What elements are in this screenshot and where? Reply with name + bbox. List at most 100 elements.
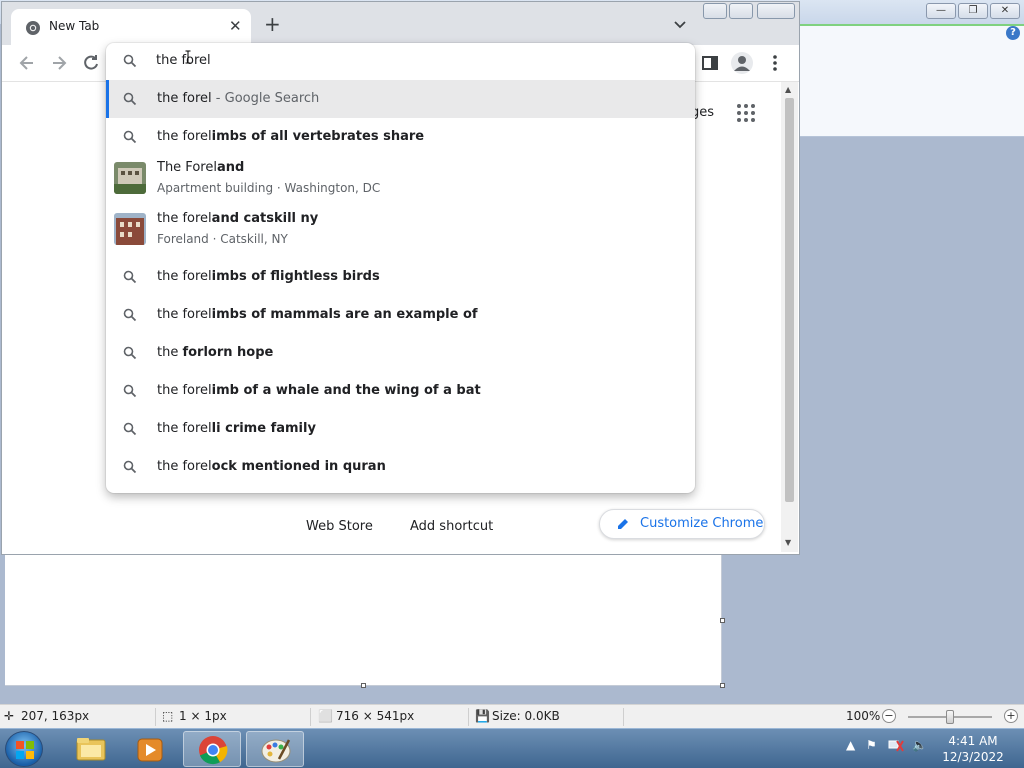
shortcut-web-store[interactable]: Web Store: [306, 519, 373, 534]
omnibox-input[interactable]: [156, 53, 576, 68]
side-panel-icon[interactable]: [700, 53, 720, 73]
chrome-maximize-button[interactable]: [729, 3, 753, 19]
paint-restore-button[interactable]: ❐: [958, 3, 988, 19]
google-apps-icon[interactable]: [737, 104, 755, 122]
suggestion-text: the forelli crime family: [157, 421, 316, 436]
customize-chrome-label: Customize Chrome: [640, 516, 764, 531]
volume-icon[interactable]: 🔈: [912, 738, 927, 752]
search-icon: [123, 54, 137, 68]
paint-minimize-button[interactable]: —: [926, 3, 956, 19]
tab-close-icon[interactable]: ✕: [229, 17, 242, 35]
omnibox-suggestion[interactable]: The Foreland Apartment building · Washing…: [106, 156, 695, 207]
media-player-icon: [137, 738, 163, 762]
omnibox-suggestion[interactable]: the forelimbs of mammals are an example …: [106, 296, 695, 334]
omnibox-suggestion[interactable]: the forelimbs of all vertebrates share: [106, 118, 695, 156]
suggestion-completion: imb of a whale and the wing of a bat: [211, 383, 481, 398]
chrome-minimize-button[interactable]: [703, 3, 727, 19]
chrome-favicon-icon: [26, 21, 40, 35]
taskbar-media-player-button[interactable]: [122, 731, 180, 767]
suggestion-text: the forelimbs of all vertebrates share: [157, 129, 424, 144]
system-clock[interactable]: 4:41 AM 12/3/2022: [930, 733, 1016, 765]
tab-title: New Tab: [49, 19, 100, 33]
forward-arrow-icon[interactable]: [49, 53, 69, 73]
taskbar-chrome-button[interactable]: [183, 731, 241, 767]
network-icon[interactable]: [888, 738, 904, 755]
omnibox-suggestion[interactable]: the forlorn hope: [106, 334, 695, 372]
suggestion-typed-part: the forel: [157, 129, 212, 144]
folder-icon: [76, 738, 106, 761]
canvas-resize-handle-corner[interactable]: [720, 683, 725, 688]
omnibox-popup: the forel - Google Search the forelimbs o…: [106, 43, 695, 493]
zoom-slider-thumb[interactable]: [946, 710, 954, 724]
suggestion-completion: ock mentioned in quran: [211, 459, 386, 474]
profile-avatar-icon[interactable]: [731, 52, 753, 74]
search-icon: [123, 308, 137, 322]
paint-canvas[interactable]: [5, 555, 722, 686]
page-scrollbar[interactable]: ▲ ▼: [781, 82, 798, 552]
reload-icon[interactable]: [81, 53, 101, 73]
paint-close-button[interactable]: ✕: [990, 3, 1020, 19]
suggestion-completion: li crime family: [211, 421, 316, 436]
taskbar-explorer-button[interactable]: [62, 731, 120, 767]
image-size-icon: ⬜: [318, 709, 333, 723]
omnibox-suggestion[interactable]: the forelimb of a whale and the wing of …: [106, 372, 695, 410]
menu-kebab-icon[interactable]: [765, 53, 785, 73]
back-arrow-icon[interactable]: [17, 53, 37, 73]
suggestion-text: The Foreland: [157, 160, 244, 175]
selection-size: 1 × 1px: [179, 709, 227, 723]
suggestion-text: the forelock mentioned in quran: [157, 459, 386, 474]
suggestion-text: the forlorn hope: [157, 345, 273, 360]
suggestion-completion: forlorn hope: [182, 345, 274, 360]
chrome-icon: [199, 736, 228, 765]
suggestion-subtitle: Apartment building · Washington, DC: [157, 181, 381, 195]
search-icon: [123, 130, 137, 144]
taskbar: ▲ ⚑ 🔈 4:41 AM 12/3/2022: [0, 728, 1024, 768]
suggestion-text: the forel - Google Search: [157, 91, 319, 106]
customize-chrome-button[interactable]: Customize Chrome: [599, 509, 765, 539]
zoom-out-button[interactable]: −: [882, 709, 896, 723]
omnibox-suggestion[interactable]: the forelli crime family: [106, 410, 695, 448]
suggestion-completion: and: [216, 160, 245, 175]
paint-ribbon: [798, 24, 1024, 137]
suggestion-typed-part: the forel: [157, 307, 212, 322]
suggestion-completion: and catskill ny: [211, 211, 319, 226]
pencil-icon: [618, 519, 628, 529]
tab-search-chevron-icon[interactable]: [673, 18, 687, 32]
image-size: 716 × 541px: [336, 709, 415, 723]
chrome-close-button[interactable]: [757, 3, 795, 19]
search-icon: [123, 270, 137, 284]
scrollbar-thumb[interactable]: [785, 98, 794, 502]
taskbar-paint-button[interactable]: [246, 731, 304, 767]
paint-statusbar: ✛ 207, 163px ⬚ 1 × 1px ⬜ 716 × 541px 💾 S…: [0, 704, 1024, 728]
zoom-in-button[interactable]: +: [1004, 709, 1018, 723]
scroll-down-icon[interactable]: ▼: [785, 538, 791, 547]
new-tab-button[interactable]: +: [264, 14, 281, 34]
cursor-position-icon: ✛: [4, 709, 15, 723]
zoom-level: 100%: [846, 709, 881, 723]
canvas-resize-handle-right[interactable]: [720, 618, 725, 623]
omnibox-suggestion[interactable]: the foreland catskill ny Foreland · Catsk…: [106, 207, 695, 258]
suggestion-text: the forelimbs of flightless birds: [157, 269, 380, 284]
clock-date: 12/3/2022: [942, 750, 1004, 764]
omnibox-suggestion[interactable]: the forel - Google Search: [106, 80, 695, 118]
omnibox-suggestion[interactable]: the forelock mentioned in quran: [106, 448, 695, 486]
canvas-resize-handle-bottom[interactable]: [361, 683, 366, 688]
omnibox-suggestion[interactable]: the forelimbs of flightless birds: [106, 258, 695, 296]
selection-size-icon: ⬚: [162, 709, 174, 723]
tab-new-tab[interactable]: New Tab ✕: [11, 9, 251, 46]
search-icon: [123, 346, 137, 360]
search-icon: [123, 92, 137, 106]
search-icon: [123, 460, 137, 474]
shortcut-add-shortcut[interactable]: Add shortcut: [410, 519, 493, 534]
suggestion-typed-part: the forel: [157, 459, 212, 474]
file-size: Size: 0.0KB: [492, 709, 560, 723]
show-hidden-icons-icon[interactable]: ▲: [846, 738, 855, 752]
start-button[interactable]: [5, 731, 43, 767]
search-icon: [123, 422, 137, 436]
suggestion-text: the forelimbs of mammals are an example …: [157, 307, 478, 322]
suggestion-typed-part: the: [157, 345, 183, 360]
help-icon[interactable]: ?: [1006, 26, 1020, 40]
scroll-up-icon[interactable]: ▲: [785, 85, 791, 94]
windows-logo-icon: [16, 741, 34, 759]
action-center-icon[interactable]: ⚑: [866, 738, 877, 752]
